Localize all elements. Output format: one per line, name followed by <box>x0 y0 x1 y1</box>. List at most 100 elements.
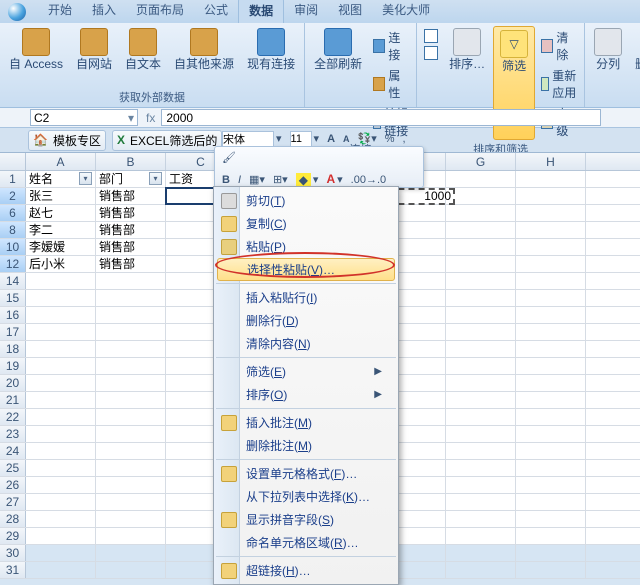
cell-A20[interactable] <box>26 375 96 391</box>
cell-H26[interactable] <box>516 477 586 493</box>
ctx-item[interactable]: 剪切(T) <box>216 189 396 212</box>
cell-A30[interactable] <box>26 545 96 561</box>
cell-B24[interactable] <box>96 443 166 459</box>
cell-A15[interactable] <box>26 290 96 306</box>
font-family-combo[interactable]: ▾ <box>220 131 284 147</box>
cell-G6[interactable] <box>446 205 516 221</box>
cell-B25[interactable] <box>96 460 166 476</box>
format-painter-icon[interactable]: 🖌 <box>220 151 238 164</box>
from-web-button[interactable]: 自网站 <box>71 26 117 88</box>
row-header[interactable]: 1 <box>0 171 26 187</box>
select-all-corner[interactable] <box>0 153 26 170</box>
cell-A17[interactable] <box>26 324 96 340</box>
font-size-combo[interactable]: ▾ <box>288 131 322 147</box>
row-header[interactable]: 24 <box>0 443 26 459</box>
ribbon-tab-开始[interactable]: 开始 <box>38 0 82 23</box>
cell-H30[interactable] <box>516 545 586 561</box>
cell-B2[interactable]: 销售部 <box>96 188 166 204</box>
cell-H8[interactable] <box>516 222 586 238</box>
ctx-item[interactable]: 删除行(D) <box>216 309 396 332</box>
cell-G28[interactable] <box>446 511 516 527</box>
cell-B23[interactable] <box>96 426 166 442</box>
cell-A8[interactable]: 李二 <box>26 222 96 238</box>
cell-B8[interactable]: 销售部 <box>96 222 166 238</box>
cell-B1[interactable]: 部门 <box>96 171 166 187</box>
col-header-B[interactable]: B <box>96 153 166 170</box>
cell-B22[interactable] <box>96 409 166 425</box>
cell-A6[interactable]: 赵七 <box>26 205 96 221</box>
row-header[interactable]: 17 <box>0 324 26 340</box>
fx-button[interactable]: fx <box>146 111 155 125</box>
cell-H10[interactable] <box>516 239 586 255</box>
cell-H6[interactable] <box>516 205 586 221</box>
mini-format-toolbar[interactable]: ▾ ▾ A A 💱▾ % , 🖌 B I ▦▾ ⊞▾ ◆▾ A▾ .00→.0 … <box>214 146 424 188</box>
cell-G26[interactable] <box>446 477 516 493</box>
cell-A26[interactable] <box>26 477 96 493</box>
ribbon-tab-视图[interactable]: 视图 <box>328 0 372 23</box>
row-header[interactable]: 16 <box>0 307 26 323</box>
row-header[interactable]: 29 <box>0 528 26 544</box>
ctx-item[interactable]: 从下拉列表中选择(K)… <box>216 485 396 508</box>
cell-G10[interactable] <box>446 239 516 255</box>
cell-G22[interactable] <box>446 409 516 425</box>
ctx-item[interactable]: 排序(O)▶ <box>216 383 396 406</box>
row-header[interactable]: 25 <box>0 460 26 476</box>
cell-H15[interactable] <box>516 290 586 306</box>
clear-filter-button[interactable]: 清除 <box>538 28 580 64</box>
cell-H21[interactable] <box>516 392 586 408</box>
row-header[interactable]: 18 <box>0 341 26 357</box>
cell-G17[interactable] <box>446 324 516 340</box>
cell-B15[interactable] <box>96 290 166 306</box>
name-box[interactable]: C2▾ <box>30 109 138 126</box>
cell-H24[interactable] <box>516 443 586 459</box>
cell-A1[interactable]: 姓名 <box>26 171 96 187</box>
cell-B19[interactable] <box>96 358 166 374</box>
cell-A23[interactable] <box>26 426 96 442</box>
cell-B31[interactable] <box>96 562 166 578</box>
cell-G27[interactable] <box>446 494 516 510</box>
cell-G29[interactable] <box>446 528 516 544</box>
cell-B30[interactable] <box>96 545 166 561</box>
ctx-item[interactable]: 选择性粘贴(V)… <box>217 258 395 281</box>
cell-A10[interactable]: 李嫒嫒 <box>26 239 96 255</box>
cell-A24[interactable] <box>26 443 96 459</box>
row-header[interactable]: 12 <box>0 256 26 272</box>
cell-H14[interactable] <box>516 273 586 289</box>
cell-H25[interactable] <box>516 460 586 476</box>
existing-conn-button[interactable]: 现有连接 <box>242 26 300 88</box>
cell-B18[interactable] <box>96 341 166 357</box>
row-header[interactable]: 15 <box>0 290 26 306</box>
cell-A27[interactable] <box>26 494 96 510</box>
row-header[interactable]: 31 <box>0 562 26 578</box>
row-header[interactable]: 27 <box>0 494 26 510</box>
sort-za-button[interactable] <box>421 45 441 61</box>
accounting-format-icon[interactable]: 💱▾ <box>356 131 379 147</box>
from-access-button[interactable]: 自 Access <box>4 26 68 88</box>
row-header[interactable]: 2 <box>0 188 26 204</box>
from-other-button[interactable]: 自其他来源 <box>169 26 239 88</box>
ribbon-tab-数据[interactable]: 数据 <box>238 0 284 23</box>
ctx-item[interactable]: 设置单元格格式(F)… <box>216 459 396 485</box>
row-header[interactable]: 20 <box>0 375 26 391</box>
row-header[interactable]: 6 <box>0 205 26 221</box>
row-header[interactable]: 23 <box>0 426 26 442</box>
cell-H12[interactable] <box>516 256 586 272</box>
cell-G14[interactable] <box>446 273 516 289</box>
cell-G25[interactable] <box>446 460 516 476</box>
properties-button[interactable]: 属性 <box>370 66 412 102</box>
cell-B14[interactable] <box>96 273 166 289</box>
col-header-A[interactable]: A <box>26 153 96 170</box>
cell-A18[interactable] <box>26 341 96 357</box>
cell-G23[interactable] <box>446 426 516 442</box>
cell-H2[interactable] <box>516 188 586 204</box>
row-header[interactable]: 19 <box>0 358 26 374</box>
cell-A28[interactable] <box>26 511 96 527</box>
cell-B6[interactable]: 销售部 <box>96 205 166 221</box>
cell-B20[interactable] <box>96 375 166 391</box>
grow-font-icon[interactable]: A <box>325 131 337 147</box>
cell-H27[interactable] <box>516 494 586 510</box>
row-header[interactable]: 14 <box>0 273 26 289</box>
cell-H23[interactable] <box>516 426 586 442</box>
workbook-tab[interactable]: XEXCEL筛选后的 <box>112 130 222 151</box>
shrink-font-icon[interactable]: A <box>341 131 352 147</box>
